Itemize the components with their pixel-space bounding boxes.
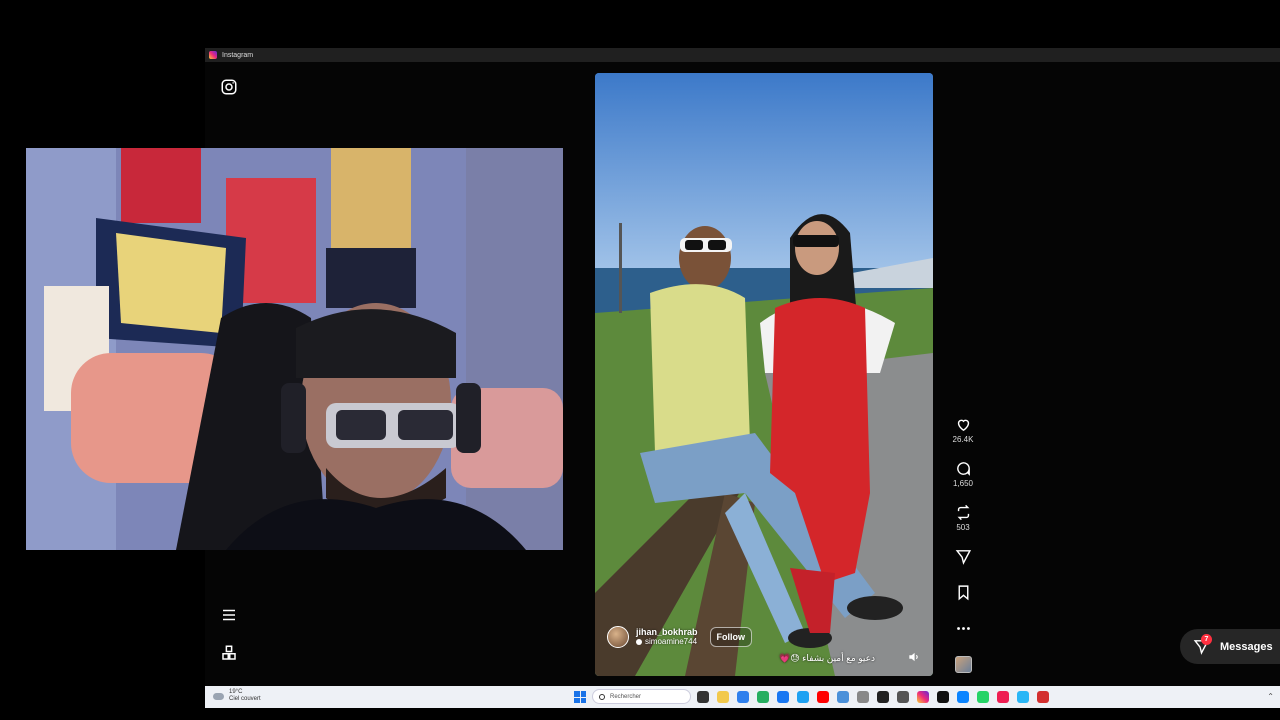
reel-video[interactable]: jihan_bokhrab simoamine744 Follow دعيو م… [595,73,933,676]
messages-button[interactable]: 7 Messages [1180,629,1280,664]
weather-widget[interactable]: 19°C Ciel couvert [213,689,261,703]
like-action[interactable]: 26.4K [950,416,976,444]
twitter-icon[interactable] [797,691,809,703]
heart-icon[interactable] [955,416,972,433]
cloud-icon [213,692,224,700]
author-avatar[interactable] [607,626,629,648]
search-icon [599,693,605,700]
messages-badge: 7 [1201,634,1212,645]
like-count: 26.4K [952,435,974,444]
app-icon[interactable] [1037,691,1049,703]
whatsapp-icon[interactable] [977,691,989,703]
camera-icon[interactable] [857,691,869,703]
webcam-overlay [26,148,563,550]
author-username[interactable]: jihan_bokhrab [636,627,698,637]
window-titlebar[interactable]: Instagram [205,48,1280,62]
instagram-taskbar-icon[interactable] [917,691,929,703]
comment-action[interactable]: 1,650 [950,460,976,488]
comment-icon[interactable] [955,460,972,477]
chrome-icon[interactable] [757,691,769,703]
tiktok-live-icon[interactable] [997,691,1009,703]
system-tray-chevron-icon[interactable]: ⌃ [1267,692,1274,701]
bookmark-icon[interactable] [955,584,972,601]
reel-video-frame [595,73,933,676]
mail-icon[interactable] [837,691,849,703]
person-icon [636,639,642,645]
obs-icon[interactable] [877,691,889,703]
reel-author: jihan_bokhrab simoamine744 Follow [607,626,753,648]
apps-grid-icon[interactable] [219,643,239,663]
weather-condition: Ciel couvert [229,696,261,702]
telegram-icon[interactable] [1017,691,1029,703]
follow-button[interactable]: Follow [709,627,753,647]
instagram-favicon-icon [209,51,217,59]
collaborator-username[interactable]: simoamine744 [645,637,697,647]
hamburger-menu-icon[interactable] [219,605,239,625]
repost-icon[interactable] [955,504,972,521]
search-placeholder: Rechercher [610,693,642,700]
edge-icon[interactable] [957,691,969,703]
taskbar-search[interactable]: Rechercher [592,689,691,704]
messages-label: Messages [1220,640,1273,653]
taskbar: 19°C Ciel couvert Rechercher ⌃ [205,686,1280,708]
window-title: Instagram [222,51,254,59]
more-action[interactable] [950,620,976,637]
youtube-icon[interactable] [817,691,829,703]
store-icon[interactable] [737,691,749,703]
author-names: jihan_bokhrab simoamine744 [636,627,698,647]
repost-action[interactable]: 503 [950,504,976,532]
save-action[interactable] [950,584,976,601]
collaborator[interactable]: simoamine744 [636,637,698,647]
task-view-icon[interactable] [697,691,709,703]
comment-count: 1,650 [952,479,974,488]
share-icon[interactable] [955,548,972,565]
instagram-icon[interactable] [219,77,239,97]
file-explorer-icon[interactable] [717,691,729,703]
more-dots-icon[interactable] [955,620,972,637]
webcam-frame [26,148,563,550]
reel-caption[interactable]: دعيو مع أمين بشفاء 😓💗 [779,653,875,664]
tiktok-icon[interactable] [937,691,949,703]
share-action[interactable] [950,548,976,565]
weather-temperature: 19°C [229,689,243,695]
audio-thumbnail[interactable] [955,656,972,673]
steam-icon[interactable] [897,691,909,703]
repost-count: 503 [956,523,970,532]
windows-start-icon[interactable] [574,691,586,703]
facebook-icon[interactable] [777,691,789,703]
volume-icon[interactable] [907,650,921,664]
